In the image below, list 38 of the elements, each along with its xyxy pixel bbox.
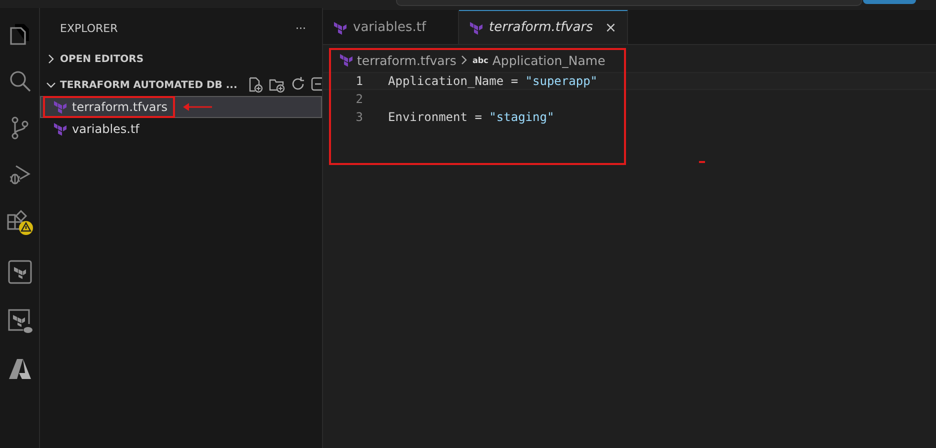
chevron-icon <box>460 55 468 65</box>
extensions-icon[interactable] <box>6 210 34 236</box>
section-header[interactable]: OPEN EDITORS <box>40 48 322 70</box>
section-header[interactable]: TERRAFORM AUTOMATED DB ... <box>40 74 322 96</box>
line-number: 1 <box>354 74 364 88</box>
source-control-icon[interactable] <box>10 116 30 140</box>
files-icon[interactable] <box>8 22 30 46</box>
file-item[interactable]: terraform.tfvars <box>40 96 322 118</box>
collapse-all-icon[interactable] <box>311 77 322 91</box>
terraform-file-icon <box>53 100 67 114</box>
editor-tab[interactable]: terraform.tfvars × <box>459 10 628 44</box>
code-line: Environment = "staging" <box>388 110 554 124</box>
run-debug-icon[interactable] <box>8 164 30 186</box>
azure-icon[interactable] <box>8 358 32 380</box>
terraform-file-icon <box>469 20 483 34</box>
breadcrumb-item[interactable]: Application_Name <box>492 52 606 68</box>
terraform-file-icon <box>53 122 67 136</box>
new-file-icon[interactable] <box>247 77 264 93</box>
more-actions-button[interactable]: ··· <box>296 22 306 34</box>
terraform-file-icon <box>339 53 353 67</box>
line-number: 3 <box>354 110 364 124</box>
breadcrumb-item[interactable]: terraform.tfvars <box>357 52 456 68</box>
line-number: 2 <box>354 92 364 106</box>
new-folder-icon[interactable] <box>269 77 286 93</box>
annotation-mark <box>699 161 705 163</box>
code-line: Application_Name = "superapp" <box>388 74 598 88</box>
file-name[interactable]: variables.tf <box>72 122 140 136</box>
sidebar-title: EXPLORER <box>60 22 118 34</box>
file-item[interactable]: variables.tf <box>40 118 322 140</box>
terraform-file-icon <box>333 20 347 34</box>
refresh-icon[interactable] <box>291 77 306 91</box>
terraform-icon[interactable] <box>8 260 32 284</box>
close-icon[interactable]: × <box>604 20 617 36</box>
search-icon[interactable] <box>8 70 30 92</box>
string-symbol-icon: abc <box>472 56 488 64</box>
terraform-cloud-icon[interactable] <box>6 308 32 334</box>
file-name[interactable]: terraform.tfvars <box>72 100 168 114</box>
annotation-arrow <box>182 101 212 113</box>
